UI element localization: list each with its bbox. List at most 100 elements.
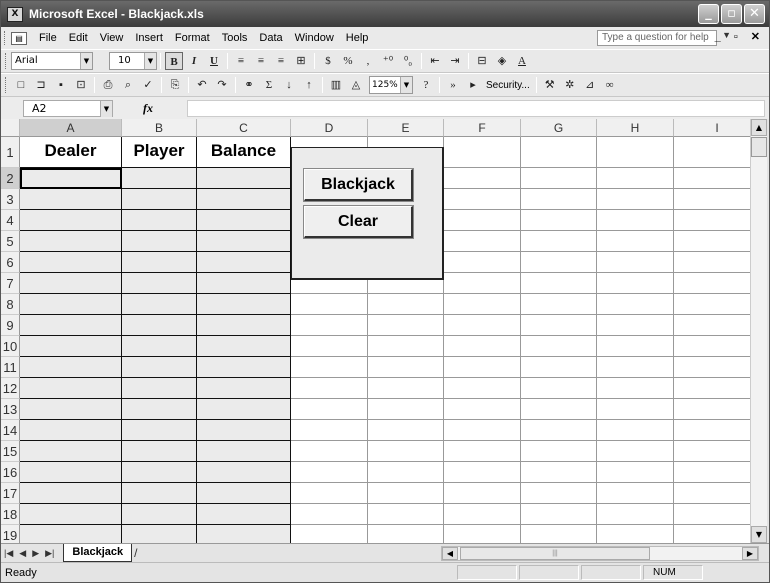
next-sheet-icon[interactable]: ▶ xyxy=(32,548,39,559)
cell-e15[interactable] xyxy=(368,441,444,462)
minimize-button[interactable]: _ xyxy=(698,4,719,24)
row-header-18[interactable]: 18 xyxy=(1,504,20,525)
menu-help[interactable]: Help xyxy=(340,32,375,44)
cell-i17[interactable] xyxy=(674,483,761,504)
cell-f17[interactable] xyxy=(444,483,521,504)
cell-h13[interactable] xyxy=(597,399,674,420)
cell-g16[interactable] xyxy=(521,462,597,483)
zoom-select[interactable]: 125% ▼ xyxy=(369,76,413,94)
cell-a5[interactable] xyxy=(20,231,122,252)
run-icon[interactable]: ▸ xyxy=(464,76,482,94)
cell-e9[interactable] xyxy=(368,315,444,336)
cell-b19[interactable] xyxy=(122,525,197,543)
cell-e8[interactable] xyxy=(368,294,444,315)
cell-c4[interactable] xyxy=(197,210,291,231)
cell-c11[interactable] xyxy=(197,357,291,378)
cell-h17[interactable] xyxy=(597,483,674,504)
cell-h9[interactable] xyxy=(597,315,674,336)
cell-f8[interactable] xyxy=(444,294,521,315)
clear-button[interactable]: Clear xyxy=(303,205,414,239)
cell-b8[interactable] xyxy=(122,294,197,315)
bold-button[interactable]: B xyxy=(165,52,183,70)
cell-a13[interactable] xyxy=(20,399,122,420)
cell-i18[interactable] xyxy=(674,504,761,525)
row-header-3[interactable]: 3 xyxy=(1,189,20,210)
column-header-h[interactable]: H xyxy=(597,119,674,137)
cell-f18[interactable] xyxy=(444,504,521,525)
vertical-scroll-thumb[interactable] xyxy=(751,137,767,157)
cell-i11[interactable] xyxy=(674,357,761,378)
column-header-c[interactable]: C xyxy=(197,119,291,137)
print-icon[interactable]: ⎙ xyxy=(99,76,117,94)
header-balance[interactable]: Balance xyxy=(197,137,291,168)
cell-a4[interactable] xyxy=(20,210,122,231)
cell-g15[interactable] xyxy=(521,441,597,462)
cell-f1[interactable] xyxy=(444,137,521,168)
document-icon[interactable]: ▤ xyxy=(11,31,27,45)
cell-e12[interactable] xyxy=(368,378,444,399)
cell-f13[interactable] xyxy=(444,399,521,420)
open-icon[interactable]: ⊐ xyxy=(32,76,50,94)
cell-c12[interactable] xyxy=(197,378,291,399)
cell-a3[interactable] xyxy=(20,189,122,210)
cell-c7[interactable] xyxy=(197,273,291,294)
cell-a2[interactable] xyxy=(20,168,122,189)
cell-d14[interactable] xyxy=(291,420,368,441)
column-header-a[interactable]: A xyxy=(20,119,122,137)
cell-b17[interactable] xyxy=(122,483,197,504)
menu-tools[interactable]: Tools xyxy=(216,32,254,44)
cell-i15[interactable] xyxy=(674,441,761,462)
cell-a15[interactable] xyxy=(20,441,122,462)
sheet-tab-blackjack[interactable]: Blackjack xyxy=(63,544,133,562)
cell-f6[interactable] xyxy=(444,252,521,273)
name-box[interactable]: A2 ▼ xyxy=(23,99,113,117)
decrease-indent-icon[interactable]: ⇤ xyxy=(426,52,444,70)
cell-g5[interactable] xyxy=(521,231,597,252)
cell-b14[interactable] xyxy=(122,420,197,441)
cell-g19[interactable] xyxy=(521,525,597,543)
cell-h8[interactable] xyxy=(597,294,674,315)
cell-d12[interactable] xyxy=(291,378,368,399)
cell-d19[interactable] xyxy=(291,525,368,543)
print-preview-icon[interactable]: ⌕ xyxy=(119,76,137,94)
cell-c17[interactable] xyxy=(197,483,291,504)
cell-g7[interactable] xyxy=(521,273,597,294)
row-header-10[interactable]: 10 xyxy=(1,336,20,357)
row-header-2[interactable]: 2 xyxy=(1,168,20,189)
cell-d11[interactable] xyxy=(291,357,368,378)
cell-g1[interactable] xyxy=(521,137,597,168)
percent-button[interactable]: % xyxy=(339,52,357,70)
cell-c14[interactable] xyxy=(197,420,291,441)
excel-icon[interactable]: X xyxy=(7,6,23,22)
cell-h6[interactable] xyxy=(597,252,674,273)
row-header-8[interactable]: 8 xyxy=(1,294,20,315)
cell-b9[interactable] xyxy=(122,315,197,336)
cell-i14[interactable] xyxy=(674,420,761,441)
cell-a17[interactable] xyxy=(20,483,122,504)
cell-i6[interactable] xyxy=(674,252,761,273)
cell-f15[interactable] xyxy=(444,441,521,462)
cell-e16[interactable] xyxy=(368,462,444,483)
cell-g3[interactable] xyxy=(521,189,597,210)
row-header-7[interactable]: 7 xyxy=(1,273,20,294)
toolbar-grip[interactable] xyxy=(5,77,8,93)
cell-g13[interactable] xyxy=(521,399,597,420)
cell-b12[interactable] xyxy=(122,378,197,399)
chevron-down-icon[interactable]: ▼ xyxy=(144,53,156,69)
help-icon[interactable]: ? xyxy=(417,76,435,94)
cell-i1[interactable] xyxy=(674,137,761,168)
cell-d10[interactable] xyxy=(291,336,368,357)
cell-f12[interactable] xyxy=(444,378,521,399)
cell-a19[interactable] xyxy=(20,525,122,543)
header-player[interactable]: Player xyxy=(122,137,197,168)
permission-icon[interactable]: ⊡ xyxy=(72,76,90,94)
cell-a7[interactable] xyxy=(20,273,122,294)
cell-h12[interactable] xyxy=(597,378,674,399)
cell-i5[interactable] xyxy=(674,231,761,252)
chevron-down-icon[interactable]: ▼ xyxy=(400,77,412,93)
hyperlink-icon[interactable]: ⚭ xyxy=(240,76,258,94)
cell-g18[interactable] xyxy=(521,504,597,525)
increase-decimal-icon[interactable]: ⁺⁰ xyxy=(379,52,397,70)
cell-g14[interactable] xyxy=(521,420,597,441)
menu-view[interactable]: View xyxy=(94,32,130,44)
